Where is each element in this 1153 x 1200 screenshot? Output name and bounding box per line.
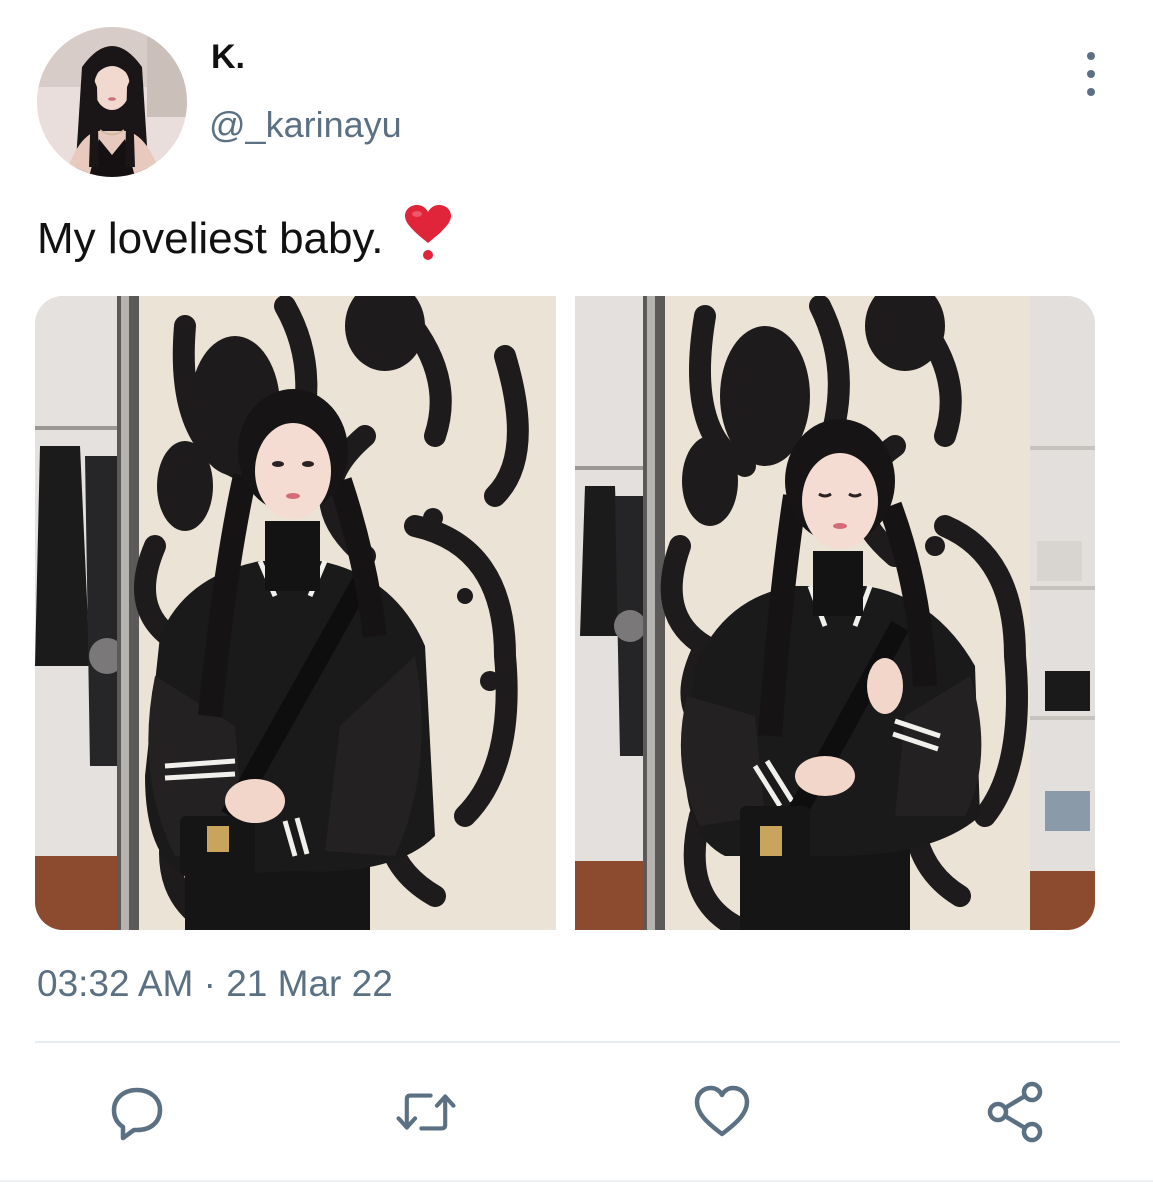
retweet-button[interactable] <box>394 1080 458 1144</box>
tweet-detail-view: K. @_karinayu My loveliest baby. 03:32 A… <box>0 0 1153 1200</box>
speech-bubble-icon <box>111 1087 163 1141</box>
photo-image <box>575 296 1095 930</box>
divider <box>35 1041 1120 1043</box>
share-nodes-icon <box>987 1081 1043 1143</box>
like-button[interactable] <box>690 1080 754 1144</box>
dot-icon <box>1087 70 1095 78</box>
user-handle[interactable]: @_karinayu <box>209 104 402 146</box>
dot-icon <box>1087 52 1095 60</box>
reply-button[interactable] <box>105 1080 169 1144</box>
red-heart-exclamation-icon <box>403 205 453 272</box>
share-button[interactable] <box>984 1080 1048 1144</box>
retweet-arrows-icon <box>396 1093 456 1131</box>
tweet-timestamp[interactable]: 03:32 AM · 21 Mar 22 <box>37 963 393 1005</box>
heart-outline-icon <box>694 1085 750 1137</box>
tweet-text: My loveliest baby. <box>37 205 453 272</box>
tweet-photo-1[interactable] <box>35 296 556 930</box>
tweet-media <box>35 296 1095 930</box>
more-options-button[interactable] <box>1076 52 1106 96</box>
avatar-image <box>37 27 187 177</box>
dot-icon <box>1087 88 1095 96</box>
photo-image <box>35 296 556 930</box>
tweet-photo-2[interactable] <box>575 296 1095 930</box>
display-name[interactable]: K. <box>211 38 245 77</box>
bottom-divider <box>0 1180 1153 1182</box>
tweet-text-content: My loveliest baby. <box>37 214 384 263</box>
avatar[interactable] <box>37 27 187 177</box>
